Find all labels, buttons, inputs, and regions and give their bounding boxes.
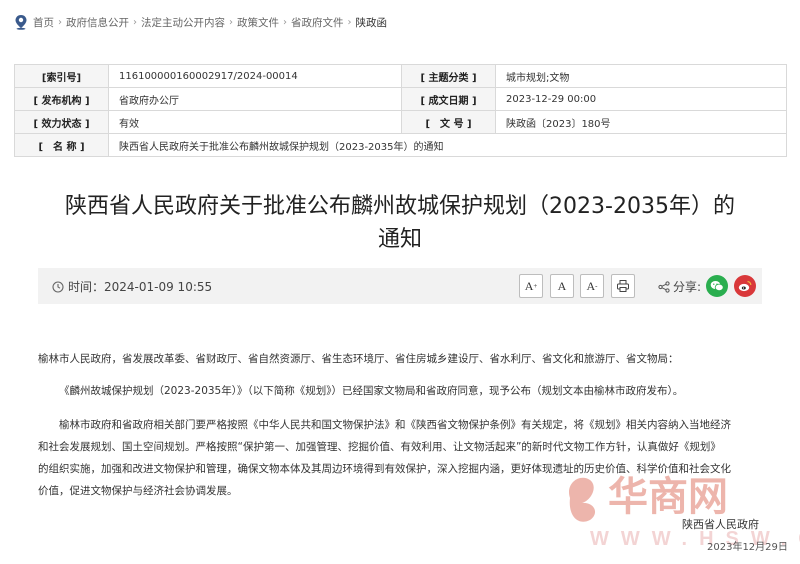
clock-icon bbox=[52, 280, 64, 293]
share-area: 分享: bbox=[658, 278, 701, 295]
breadcrumb-province-docs[interactable]: 省政府文件 bbox=[291, 15, 344, 30]
wechat-share-button[interactable] bbox=[706, 275, 728, 297]
meta-row: [ 名 称 ] 陕西省人民政府关于批准公布麟州故城保护规划（2023-2035年… bbox=[14, 133, 787, 157]
breadcrumb: 首页 › 政府信息公开 › 法定主动公开内容 › 政策文件 › 省政府文件 › … bbox=[14, 12, 387, 32]
breadcrumb-home[interactable]: 首页 bbox=[33, 15, 54, 30]
print-button[interactable] bbox=[611, 274, 635, 298]
date-value: 2023-12-29 00:00 bbox=[495, 87, 787, 111]
docno-value: 陕政函〔2023〕180号 bbox=[495, 110, 787, 134]
minus-icon: - bbox=[595, 282, 598, 290]
docno-label: [ 文 号 ] bbox=[401, 110, 496, 134]
date-label: [ 成文日期 ] bbox=[401, 87, 496, 111]
title-line-2: 通知 bbox=[377, 227, 422, 252]
breadcrumb-policy-docs[interactable]: 政策文件 bbox=[237, 15, 279, 30]
font-decrease-button[interactable]: A- bbox=[580, 274, 604, 298]
font-increase-label: A bbox=[524, 278, 534, 293]
breadcrumb-separator: › bbox=[133, 16, 137, 28]
signature-date: 2023年12月29日 bbox=[707, 542, 788, 553]
breadcrumb-separator: › bbox=[347, 16, 352, 28]
share-icon bbox=[658, 280, 670, 293]
printer-icon bbox=[617, 280, 629, 292]
breadcrumb-separator: › bbox=[283, 16, 287, 28]
meta-row: [ 发布机构 ] 省政府办公厅 [ 成文日期 ] 2023-12-29 00:0… bbox=[14, 87, 787, 111]
index-no-value: 116100000160002917/2024-00014 bbox=[108, 64, 402, 88]
body-paragraph-1: 《麟州故城保护规划（2023-2035年）》（以下简称《规划》）已经国家文物局和… bbox=[59, 385, 684, 397]
meta-row: [ 效力状态 ] 有效 [ 文 号 ] 陕政函〔2023〕180号 bbox=[14, 110, 787, 134]
page-title: 陕西省人民政府关于批准公布麟州故城保护规划（2023-2035年）的 通知 bbox=[40, 190, 760, 256]
salutation-paragraph: 榆林市人民政府，省发展改革委、省财政厅、省自然资源厅、省生态环境厅、省住房城乡建… bbox=[38, 353, 679, 365]
meta-row: [索引号] 116100000160002917/2024-00014 [ 主题… bbox=[14, 64, 787, 88]
body-paragraph-2-line-2: 和社会发展规划、国土空间规划。严格按照“保护第一、加强管理、挖掘价值、有效利用、… bbox=[38, 441, 721, 453]
breadcrumb-legal-content[interactable]: 法定主动公开内容 bbox=[141, 15, 225, 30]
category-value: 城市规划;文物 bbox=[495, 64, 787, 88]
name-value: 陕西省人民政府关于批准公布麟州故城保护规划（2023-2035年）的通知 bbox=[108, 133, 787, 157]
body-paragraph-2-line-4: 价值，促进文物保护与经济社会协调发展。 bbox=[38, 485, 238, 497]
status-value: 有效 bbox=[108, 110, 402, 134]
article-toolbar: 时间：2024-01-09 10:55 A + A A- 分享: bbox=[38, 268, 762, 304]
plus-icon: + bbox=[533, 282, 538, 290]
location-pin-icon bbox=[15, 15, 27, 30]
index-no-label: [索引号] bbox=[14, 64, 109, 88]
share-label: 分享: bbox=[673, 280, 702, 294]
publish-time: 时间：2024-01-09 10:55 bbox=[52, 278, 212, 295]
publisher-label: [ 发布机构 ] bbox=[14, 87, 109, 111]
status-label: [ 效力状态 ] bbox=[14, 110, 109, 134]
breadcrumb-current[interactable]: 陕政函 bbox=[356, 15, 388, 30]
document-meta-table: [索引号] 116100000160002917/2024-00014 [ 主题… bbox=[14, 64, 787, 157]
title-line-1: 陕西省人民政府关于批准公布麟州故城保护规划（2023-2035年）的 bbox=[65, 194, 735, 219]
wechat-icon bbox=[710, 281, 724, 292]
font-increase-button[interactable]: A + bbox=[519, 274, 543, 298]
breadcrumb-gov-info[interactable]: 政府信息公开 bbox=[66, 15, 129, 30]
font-normal-label: A bbox=[557, 278, 567, 293]
body-paragraph-2-line-3: 的组织实施，加强和改进文物保护和管理，确保文物本体及其周边环境得到有效保护，深入… bbox=[38, 463, 731, 475]
publish-time-text: 时间：2024-01-09 10:55 bbox=[68, 280, 213, 294]
category-label: [ 主题分类 ] bbox=[401, 64, 496, 88]
weibo-icon bbox=[738, 280, 752, 292]
breadcrumb-separator: › bbox=[58, 16, 62, 28]
font-normal-button[interactable]: A bbox=[550, 274, 574, 298]
name-label: [ 名 称 ] bbox=[14, 133, 109, 157]
weibo-share-button[interactable] bbox=[734, 275, 756, 297]
breadcrumb-separator: › bbox=[229, 16, 233, 28]
font-decrease-label: A bbox=[586, 278, 596, 293]
signature-org: 陕西省人民政府 bbox=[682, 518, 759, 531]
publisher-value: 省政府办公厅 bbox=[108, 87, 402, 111]
body-paragraph-2-line-1: 榆林市政府和省政府相关部门要严格按照《中华人民共和国文物保护法》和《陕西省文物保… bbox=[59, 419, 731, 431]
